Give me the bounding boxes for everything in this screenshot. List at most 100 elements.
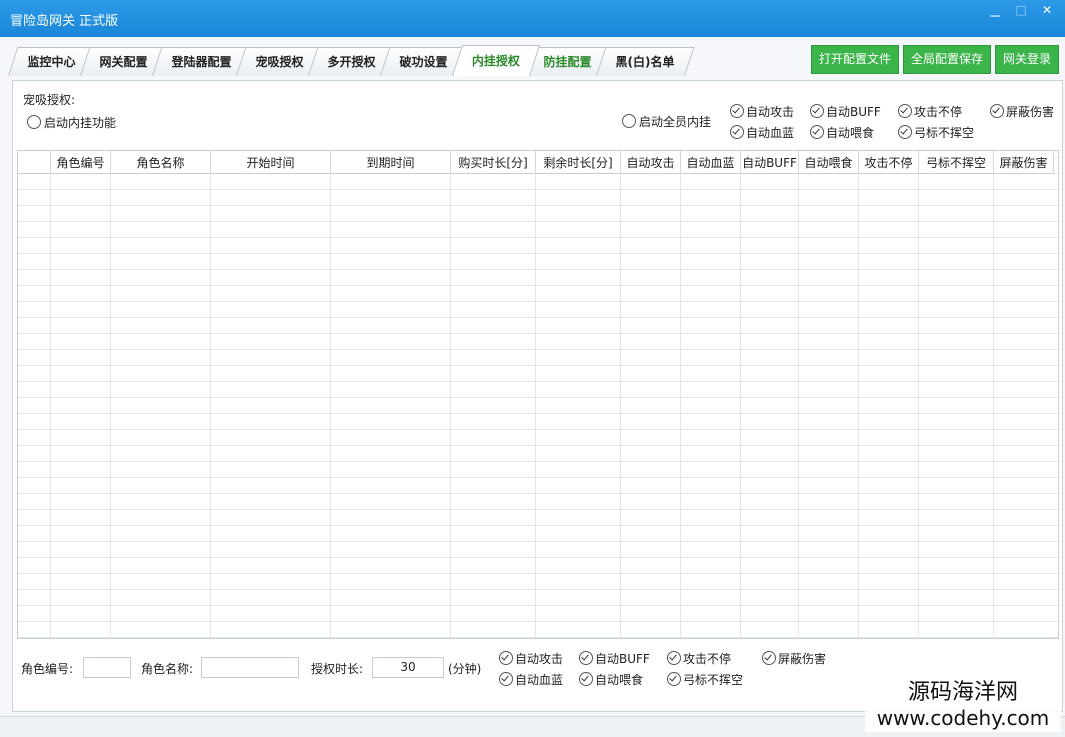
save-config-button[interactable]: 全局配置保存 [902, 45, 991, 74]
bottom-option-attack-nonstop[interactable]: 攻击不停 [667, 650, 731, 667]
option-label: 自动攻击 [746, 105, 795, 119]
tab-label: 宠吸授权 [255, 55, 304, 69]
check-icon [810, 104, 824, 118]
check-icon [810, 125, 824, 139]
duration-unit: (分钟) [448, 662, 482, 676]
bottom-option-auto-hp-mp[interactable]: 自动血蓝 [499, 671, 563, 688]
window-controls: ▁ □ ✕ [983, 2, 1059, 18]
option-label: 攻击不停 [914, 105, 963, 119]
column-header[interactable]: 弓标不挥空 [918, 151, 994, 174]
check-icon [667, 651, 681, 665]
radio-icon [622, 114, 636, 128]
column-divider [50, 173, 51, 638]
radio-label: 启动内挂功能 [44, 116, 117, 130]
tab-label: 破功设置 [399, 55, 448, 69]
minimize-button[interactable]: ▁ [983, 2, 1007, 18]
column-header[interactable]: 自动喂食 [798, 151, 859, 174]
column-divider [535, 173, 536, 638]
option-label: 弓标不挥空 [683, 673, 744, 687]
bottom-option-auto-feed[interactable]: 自动喂食 [579, 671, 643, 688]
role-name-input[interactable] [201, 657, 299, 678]
bottom-option-auto-attack[interactable]: 自动攻击 [499, 650, 563, 667]
column-divider [680, 173, 681, 638]
option-label: 自动BUFF [595, 652, 650, 666]
column-header[interactable]: 角色编号 [50, 151, 111, 174]
option-label: 屏蔽伤害 [1006, 105, 1055, 119]
role-name-label: 角色名称: [141, 662, 194, 676]
check-icon [499, 672, 513, 686]
table-header: 角色编号 角色名称 开始时间 到期时间 购买时长[分] 剩余时长[分] 自动攻击… [18, 151, 1054, 174]
column-divider [918, 173, 919, 638]
top-option-bow-no-miss[interactable]: 弓标不挥空 [898, 124, 974, 141]
top-option-auto-hp-mp[interactable]: 自动血蓝 [730, 124, 794, 141]
role-id-input[interactable] [83, 657, 131, 678]
check-icon [579, 651, 593, 665]
column-header[interactable]: 自动攻击 [620, 151, 681, 174]
column-header[interactable] [18, 151, 51, 174]
column-divider [210, 173, 211, 638]
column-divider [993, 173, 994, 638]
radio-icon [27, 115, 41, 129]
window-title: 冒险岛网关 正式版 [10, 14, 119, 29]
top-option-hide-damage[interactable]: 屏蔽伤害 [990, 103, 1054, 120]
option-label: 自动BUFF [826, 105, 881, 119]
watermark-title: 源码海洋网 [907, 680, 1018, 705]
top-option-auto-attack[interactable]: 自动攻击 [730, 103, 794, 120]
duration-label: 授权时长: [311, 662, 364, 676]
option-label: 自动喂食 [826, 126, 875, 140]
bottom-option-hide-damage[interactable]: 屏蔽伤害 [762, 650, 826, 667]
check-icon [730, 125, 744, 139]
column-header[interactable]: 剩余时长[分] [535, 151, 621, 174]
tab-blacklist[interactable]: 黑(白)名单 [596, 47, 695, 76]
tab-label: 监控中心 [27, 55, 76, 69]
check-icon [667, 672, 681, 686]
duration-input[interactable]: 30 [372, 657, 444, 678]
column-divider [450, 173, 451, 638]
tab-bar: 监控中心 网关配置 登陆器配置 宠吸授权 多开授权 破功设置 内挂授权 防挂配置… [8, 45, 695, 76]
column-header[interactable]: 自动血蓝 [680, 151, 741, 174]
toolbar: 打开配置文件 全局配置保存 网关登录 [810, 45, 1059, 74]
option-label: 自动攻击 [515, 652, 564, 666]
plugin-auth-panel: 宠吸授权: 启动内挂功能 启动全员内挂 自动攻击 自动BUFF 攻击不停 屏蔽伤… [12, 80, 1063, 712]
gateway-login-button[interactable]: 网关登录 [994, 45, 1059, 74]
enable-plugin-radio[interactable]: 启动内挂功能 [27, 114, 116, 131]
check-icon [762, 651, 776, 665]
tab-label: 多开授权 [327, 55, 376, 69]
column-header[interactable]: 自动BUFF [740, 151, 799, 174]
top-option-auto-buff[interactable]: 自动BUFF [810, 103, 881, 120]
all-members-radio[interactable]: 启动全员内挂 [622, 113, 711, 130]
maximize-button[interactable]: □ [1009, 2, 1033, 18]
bottom-option-auto-buff[interactable]: 自动BUFF [579, 650, 650, 667]
radio-label: 启动全员内挂 [639, 115, 712, 129]
option-label: 自动血蓝 [746, 126, 795, 140]
tab-label: 网关配置 [99, 55, 148, 69]
watermark-url: www.codehy.com [876, 706, 1050, 730]
role-id-label: 角色编号: [21, 662, 74, 676]
check-icon [990, 104, 1004, 118]
column-header[interactable]: 开始时间 [210, 151, 331, 174]
column-header[interactable]: 屏蔽伤害 [993, 151, 1054, 174]
check-icon [898, 104, 912, 118]
open-config-button[interactable]: 打开配置文件 [810, 45, 899, 74]
column-header[interactable]: 购买时长[分] [450, 151, 536, 174]
tab-plugin-auth[interactable]: 内挂授权 [452, 45, 541, 76]
top-option-attack-nonstop[interactable]: 攻击不停 [898, 103, 962, 120]
close-button[interactable]: ✕ [1035, 2, 1059, 18]
tab-label: 内挂授权 [471, 54, 520, 68]
top-option-auto-feed[interactable]: 自动喂食 [810, 124, 874, 141]
auth-table[interactable]: 角色编号 角色名称 开始时间 到期时间 购买时长[分] 剩余时长[分] 自动攻击… [17, 150, 1059, 639]
bottom-option-bow-no-miss[interactable]: 弓标不挥空 [667, 671, 743, 688]
column-divider [798, 173, 799, 638]
check-icon [499, 651, 513, 665]
column-header[interactable]: 攻击不停 [858, 151, 919, 174]
column-divider [740, 173, 741, 638]
title-bar: 冒险岛网关 正式版 ▁ □ ✕ [0, 0, 1065, 37]
tab-label: 防挂配置 [543, 55, 592, 69]
column-header[interactable]: 到期时间 [330, 151, 451, 174]
column-header[interactable]: 角色名称 [110, 151, 211, 174]
option-label: 攻击不停 [683, 652, 732, 666]
option-label: 屏蔽伤害 [778, 652, 827, 666]
check-icon [579, 672, 593, 686]
option-label: 自动喂食 [595, 673, 644, 687]
tab-label: 登陆器配置 [171, 55, 232, 69]
